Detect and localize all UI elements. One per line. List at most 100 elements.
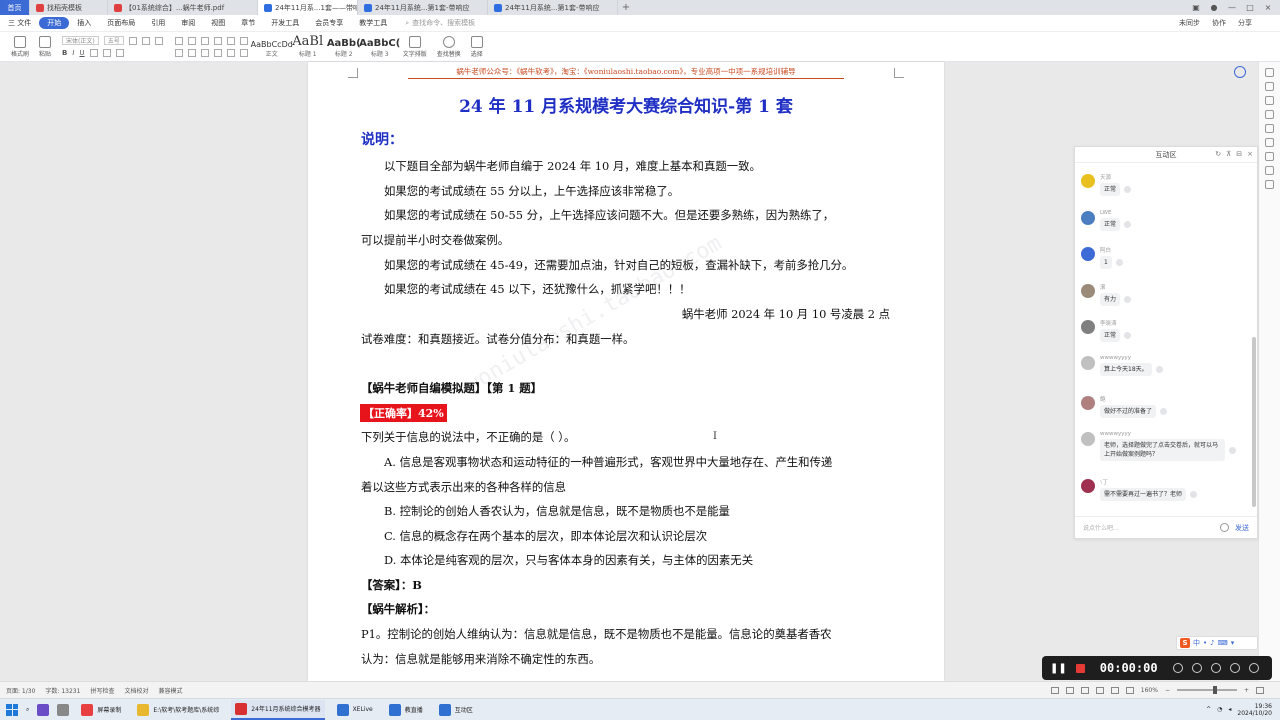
doc-proofread[interactable]: 文档校对 <box>124 686 148 695</box>
show-marks-icon[interactable] <box>239 36 248 45</box>
text-layout-button[interactable]: 文字排版 <box>398 35 432 58</box>
sync-status[interactable]: 未同步 <box>1179 18 1200 28</box>
chat-scrollbar[interactable] <box>1252 337 1256 507</box>
line-spacing-icon[interactable] <box>226 48 235 57</box>
help-icon[interactable] <box>1265 138 1274 147</box>
indent-decrease-icon[interactable] <box>200 36 209 45</box>
brush-icon[interactable] <box>1172 663 1183 673</box>
taskbar-app[interactable]: E:\软考\软考题库\系统综 <box>133 700 223 720</box>
word-count[interactable]: 字数: 13231 <box>45 686 80 695</box>
shape-icon[interactable] <box>1265 152 1274 161</box>
style-heading-2[interactable]: AaBb( 标题 2 <box>326 35 362 58</box>
emoji-icon[interactable] <box>1220 523 1229 532</box>
align-left-icon[interactable] <box>174 48 183 57</box>
collapse-icon[interactable]: ⊟ <box>1236 150 1242 158</box>
layout-icon[interactable]: ▣ <box>1188 3 1204 12</box>
eye-protect-icon[interactable] <box>1110 686 1119 694</box>
volume-icon[interactable]: ◂ <box>1228 706 1231 713</box>
menu-home[interactable]: 开始 <box>39 17 70 29</box>
ime-toolbar[interactable]: S 中 • ♪ ⌨ ▾ <box>1176 636 1258 650</box>
align-center-icon[interactable] <box>187 48 196 57</box>
bullet-list-icon[interactable] <box>174 36 183 45</box>
taskbar-app[interactable]: 教直播 <box>385 700 427 720</box>
zoom-level[interactable]: 160% <box>1141 687 1158 694</box>
tab-doc-3[interactable]: 24年11月系统...第1套-带响应 <box>488 0 618 15</box>
avatar[interactable] <box>1081 320 1095 334</box>
fit-page-icon[interactable] <box>1256 686 1264 694</box>
outline-view-icon[interactable] <box>1080 686 1089 694</box>
spell-check[interactable]: 拼写检查 <box>90 686 114 695</box>
paste-button[interactable]: 粘贴 <box>34 35 56 58</box>
task-view-icon[interactable] <box>57 703 70 716</box>
tab-pdf[interactable]: 【01系统综合】...蜗牛老师.pdf <box>108 0 258 15</box>
maximize-icon[interactable]: □ <box>1242 3 1258 12</box>
user-avatar-icon[interactable]: ● <box>1206 3 1222 12</box>
location-pin-icon[interactable] <box>1234 66 1246 78</box>
border-icon[interactable] <box>239 48 248 57</box>
select-pane-icon[interactable] <box>1265 110 1274 119</box>
bold-icon[interactable]: B <box>62 49 67 57</box>
menu-teaching[interactable]: 教学工具 <box>351 18 395 28</box>
taskbar-app[interactable]: 互动区 <box>435 700 477 720</box>
style-pane-icon[interactable] <box>1265 96 1274 105</box>
underline-icon[interactable]: U <box>79 49 84 57</box>
taskbar-app[interactable]: 屏幕录制 <box>77 700 125 720</box>
avatar[interactable] <box>1081 211 1095 225</box>
zoom-slider-thumb[interactable] <box>1212 686 1217 694</box>
close-icon[interactable]: × <box>1247 150 1253 158</box>
indent-increase-icon[interactable] <box>213 36 222 45</box>
collaborate-button[interactable]: 协作 <box>1212 18 1226 28</box>
tab-home[interactable]: 首页 <box>0 0 30 15</box>
style-heading-3[interactable]: AaBbC( 标题 3 <box>359 35 400 58</box>
document-page[interactable]: 蜗牛老师公众号：《蜗牛软考》，淘宝：《woniulaoshi.taobao.co… <box>308 62 944 681</box>
avatar[interactable] <box>1081 432 1095 446</box>
style-heading-1[interactable]: AaBl 标题 1 <box>290 34 326 58</box>
shrink-font-icon[interactable] <box>141 36 150 45</box>
property-icon[interactable] <box>1265 124 1274 133</box>
taskbar-app-active[interactable]: 24年11月系统综合模考器 <box>231 699 325 720</box>
page-view-icon[interactable] <box>1065 686 1074 694</box>
ime-punct-icon[interactable]: • <box>1203 639 1207 647</box>
strikethrough-icon[interactable] <box>89 49 98 57</box>
app-icon[interactable] <box>37 703 50 716</box>
tray-chevron-icon[interactable]: ^ <box>1206 706 1211 713</box>
taskbar-app[interactable]: XELive <box>333 700 377 720</box>
chat-input[interactable]: 说点什么吧... 发送 <box>1075 516 1257 538</box>
close-recorder-icon[interactable] <box>1248 663 1259 673</box>
page-count[interactable]: 页面: 1/30 <box>6 686 35 695</box>
menu-member[interactable]: 会员专享 <box>307 18 351 28</box>
superscript-icon[interactable] <box>102 49 111 57</box>
pin-top-icon[interactable]: ⊼ <box>1226 150 1231 158</box>
menu-devtools[interactable]: 开发工具 <box>263 18 307 28</box>
font-size-select[interactable]: 五号 <box>103 36 124 45</box>
write-mode-icon[interactable] <box>1125 686 1134 694</box>
settings-icon[interactable] <box>1265 180 1274 189</box>
ime-mic-icon[interactable]: ♪ <box>1210 639 1214 647</box>
menu-reference[interactable]: 引用 <box>143 18 173 28</box>
avatar[interactable] <box>1081 356 1095 370</box>
style-normal[interactable]: AaBbCcDd 正文 <box>251 35 293 58</box>
network-icon[interactable]: ◔ <box>1217 706 1222 713</box>
ime-skin-icon[interactable]: ▾ <box>1231 639 1235 647</box>
menu-review[interactable]: 审阅 <box>173 18 203 28</box>
web-view-icon[interactable] <box>1095 686 1104 694</box>
send-button[interactable]: 发送 <box>1235 523 1249 533</box>
edit-icon[interactable] <box>1265 68 1274 77</box>
ime-keyboard-icon[interactable]: ⌨ <box>1218 639 1228 647</box>
avatar[interactable] <box>1081 284 1095 298</box>
minimize-icon[interactable]: — <box>1224 3 1240 12</box>
avatar[interactable] <box>1081 247 1095 261</box>
zoom-out-icon[interactable]: − <box>1165 687 1170 694</box>
format-painter-button[interactable]: 格式刷 <box>6 35 34 58</box>
avatar[interactable] <box>1081 479 1095 493</box>
mic-icon[interactable] <box>1210 663 1221 673</box>
menu-file[interactable]: 三 文件 <box>0 18 39 28</box>
share-icon[interactable] <box>1265 166 1274 175</box>
command-search[interactable]: ⌕ 查找命令、搜索模板 <box>405 18 475 28</box>
settings-icon[interactable] <box>1229 663 1240 673</box>
tab-doc-2[interactable]: 24年11月系统...第1套-带响应 <box>358 0 488 15</box>
numbered-list-icon[interactable] <box>187 36 196 45</box>
clock[interactable]: 19:36 2024/10/20 <box>1237 703 1272 717</box>
grow-font-icon[interactable] <box>128 36 137 45</box>
menu-view[interactable]: 视图 <box>203 18 233 28</box>
